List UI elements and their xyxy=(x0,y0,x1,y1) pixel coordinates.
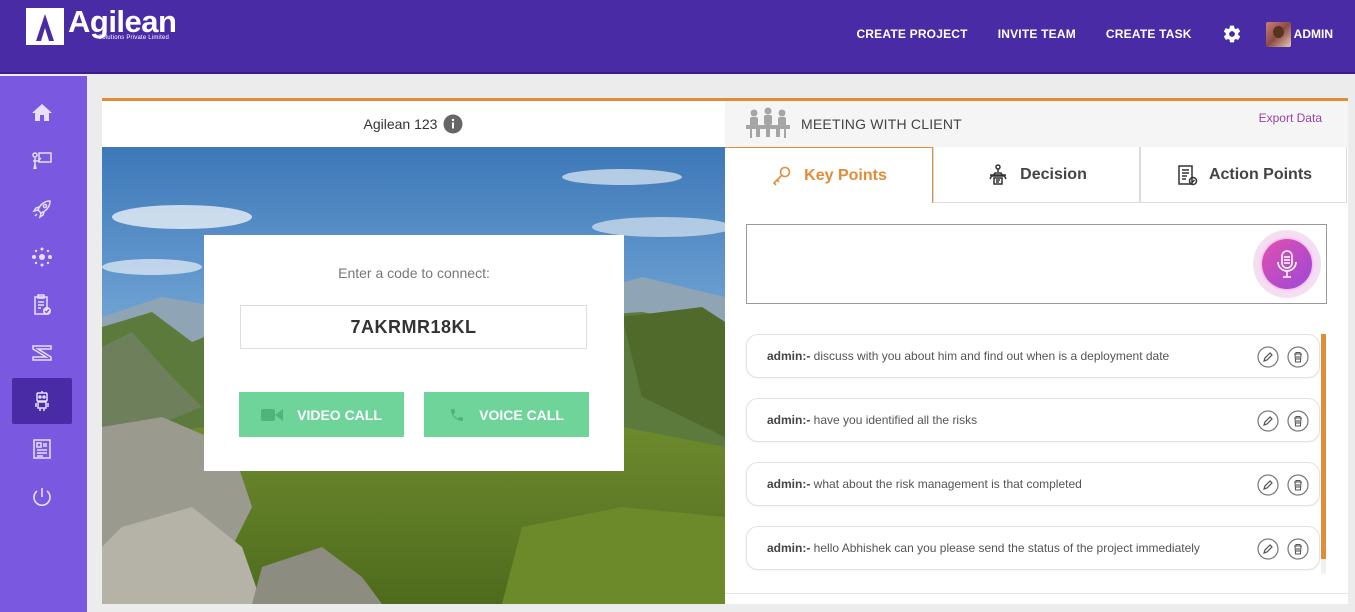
decision-icon xyxy=(989,163,1007,185)
delete-trash-icon[interactable] xyxy=(1287,346,1309,368)
info-icon[interactable] xyxy=(443,114,463,134)
key-icon xyxy=(773,166,791,186)
agilean-logo[interactable]: Agilean Solutions Private Limited xyxy=(26,4,196,48)
sidebar-item-robot[interactable] xyxy=(12,378,72,424)
meeting-header: MEETING WITH CLIENT Export Data xyxy=(725,101,1348,147)
note-item: admin:- hello Abhishek can you please se… xyxy=(746,526,1320,570)
notes-tabs: Key Points Decision Action Points xyxy=(725,147,1347,203)
divider xyxy=(725,593,1348,594)
note-text: admin:- discuss with you about him and f… xyxy=(767,349,1169,363)
tab-decision-label: Decision xyxy=(1020,165,1087,183)
sprint-icon xyxy=(32,345,52,361)
video-call-button[interactable]: VIDEO CALL xyxy=(239,392,404,437)
note-text: admin:- what about the risk management i… xyxy=(767,477,1082,491)
tab-decision[interactable]: Decision xyxy=(933,147,1140,203)
sidebar-item-rocket[interactable] xyxy=(12,186,72,232)
top-nav: CREATE PROJECT INVITE TEAM CREATE TASK A… xyxy=(826,21,1333,47)
notes-scrollbar[interactable] xyxy=(1321,334,1326,574)
room-header: Agilean 123 xyxy=(102,101,725,147)
video-call-label: VIDEO CALL xyxy=(297,406,382,423)
user-menu[interactable]: ADMIN xyxy=(1265,21,1333,47)
user-label: ADMIN xyxy=(1293,27,1333,41)
note-input[interactable] xyxy=(746,224,1327,304)
note-item: admin:- what about the risk management i… xyxy=(746,462,1320,506)
edit-pencil-icon[interactable] xyxy=(1257,538,1279,560)
tab-action-points-label: Action Points xyxy=(1208,165,1313,183)
logo-mark-icon xyxy=(26,8,64,45)
tab-action-points[interactable]: Action Points xyxy=(1140,147,1347,203)
tab-key-points[interactable]: Key Points xyxy=(725,147,933,203)
create-task-link[interactable]: CREATE TASK xyxy=(1106,27,1192,41)
connect-dialog: Enter a code to connect: 7AKRMR18KL VIDE… xyxy=(204,235,624,471)
note-content: hello Abhishek can you please send the s… xyxy=(810,541,1200,555)
create-project-link[interactable]: CREATE PROJECT xyxy=(856,27,967,41)
notes-list: admin:- discuss with you about him and f… xyxy=(746,334,1328,574)
video-camera-icon xyxy=(261,408,284,421)
note-text: admin:- have you identified all the risk… xyxy=(767,413,977,427)
voice-call-button[interactable]: VOICE CALL xyxy=(424,392,589,437)
export-data-link[interactable]: Export Data xyxy=(1259,111,1322,125)
logo-tagline: Solutions Private Limited xyxy=(98,35,170,41)
connect-prompt: Enter a code to connect: xyxy=(338,265,490,281)
avatar xyxy=(1265,21,1291,47)
connection-code-field[interactable]: 7AKRMR18KL xyxy=(240,305,587,349)
sidebar-item-clipboard[interactable] xyxy=(12,282,72,328)
power-icon xyxy=(33,488,51,506)
note-author: admin:- xyxy=(767,349,811,363)
tab-key-points-label: Key Points xyxy=(804,166,887,184)
voice-call-label: VOICE CALL xyxy=(479,406,564,423)
meeting-people-icon xyxy=(744,107,792,139)
network-icon xyxy=(32,247,52,267)
note-content: discuss with you about him and find out … xyxy=(810,349,1170,363)
robot-icon xyxy=(35,391,49,411)
edit-pencil-icon[interactable] xyxy=(1257,474,1279,496)
invite-team-link[interactable]: INVITE TEAM xyxy=(998,27,1076,41)
sidebar-item-logout[interactable] xyxy=(12,474,72,520)
sidebar-item-newspaper[interactable] xyxy=(12,426,72,472)
phone-icon xyxy=(451,408,464,421)
sidebar-item-home[interactable] xyxy=(12,90,72,136)
gear-icon[interactable] xyxy=(1222,24,1242,44)
newspaper-icon xyxy=(33,439,51,459)
microphone-icon xyxy=(1262,239,1312,289)
checklist-icon xyxy=(1178,164,1198,185)
note-item: admin:- have you identified all the risk… xyxy=(746,398,1320,442)
sidebar-item-sprint[interactable] xyxy=(12,330,72,376)
meeting-title: MEETING WITH CLIENT xyxy=(801,116,962,132)
top-bar: Agilean Solutions Private Limited CREATE… xyxy=(0,0,1355,74)
edit-pencil-icon[interactable] xyxy=(1257,410,1279,432)
sidebar-item-network[interactable] xyxy=(12,234,72,280)
presentation-icon xyxy=(32,152,52,170)
edit-pencil-icon[interactable] xyxy=(1257,346,1279,368)
delete-trash-icon[interactable] xyxy=(1287,410,1309,432)
home-icon xyxy=(32,104,52,121)
note-content: what about the risk management is that c… xyxy=(810,477,1082,491)
meeting-notes-pane: MEETING WITH CLIENT Export Data Key Poin… xyxy=(725,101,1348,604)
delete-trash-icon[interactable] xyxy=(1287,474,1309,496)
rocket-icon xyxy=(32,200,51,219)
clipboard-check-icon xyxy=(34,294,51,315)
meeting-room-panel: Agilean 123 Enter a code to connect: 7AK… xyxy=(102,98,1348,604)
note-author: admin:- xyxy=(767,413,811,427)
note-author: admin:- xyxy=(767,477,811,491)
note-content: have you identified all the risks xyxy=(810,413,978,427)
note-item: admin:- discuss with you about him and f… xyxy=(746,334,1320,378)
room-title: Agilean 123 xyxy=(363,116,438,132)
delete-trash-icon[interactable] xyxy=(1287,538,1309,560)
scrollbar-thumb[interactable] xyxy=(1321,334,1326,559)
sidebar-item-presentation[interactable] xyxy=(12,138,72,184)
note-text: admin:- hello Abhishek can you please se… xyxy=(767,541,1200,555)
note-author: admin:- xyxy=(767,541,811,555)
microphone-button[interactable] xyxy=(1253,230,1321,298)
sidebar xyxy=(0,76,87,612)
